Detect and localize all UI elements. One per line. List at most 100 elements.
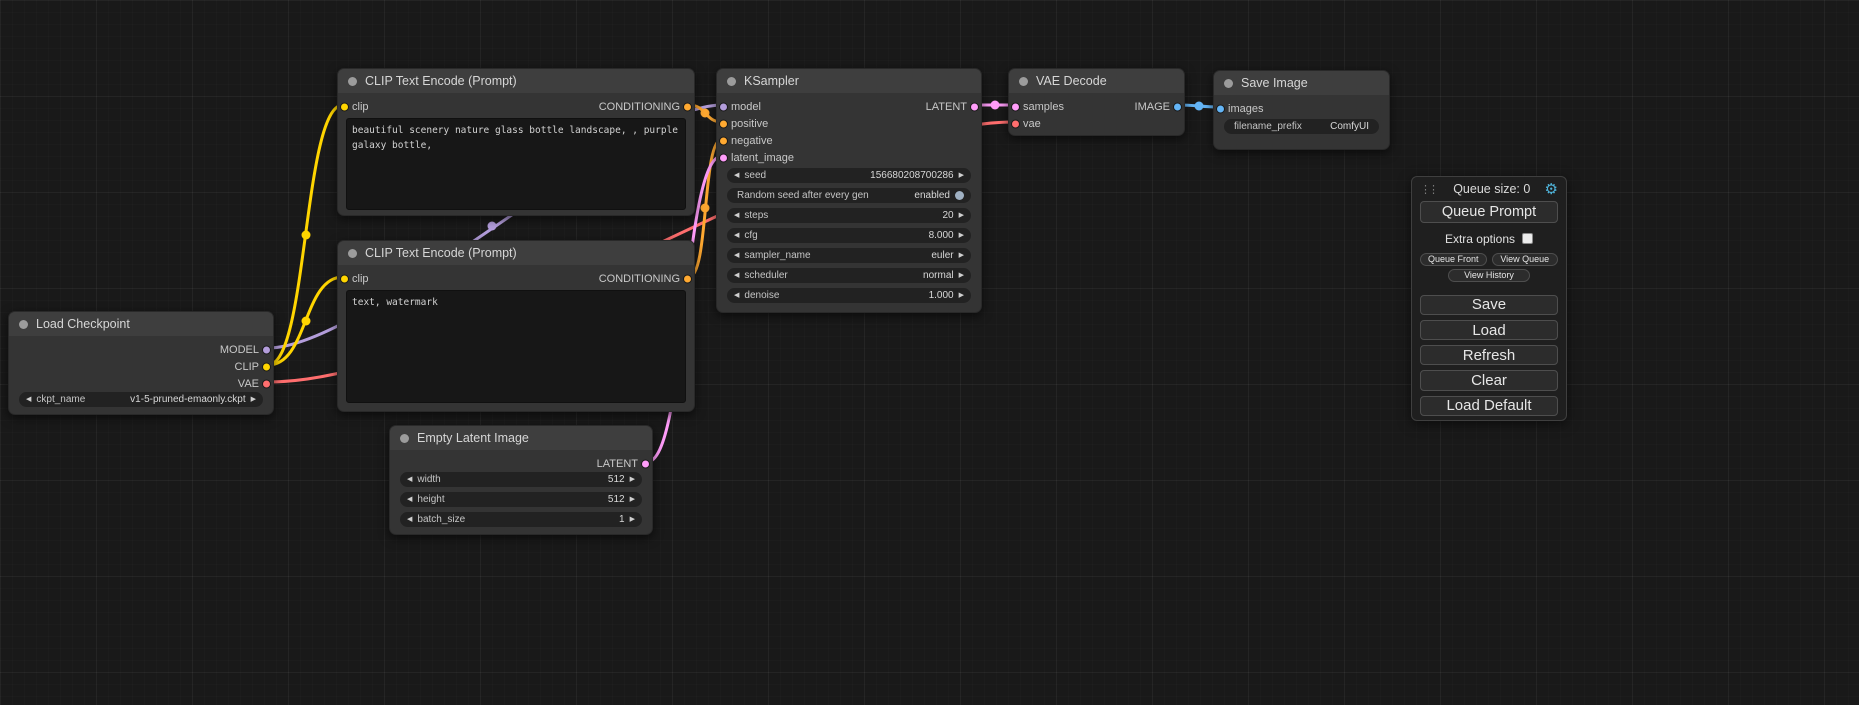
input-port-samples[interactable] [1011,102,1020,111]
increment-arrow-icon[interactable]: ▶ [630,476,635,483]
decrement-arrow-icon[interactable]: ◀ [734,292,739,299]
output-port-image[interactable] [1173,102,1182,111]
extra-options-checkbox[interactable] [1522,233,1533,244]
widget-cfg[interactable]: ◀ cfg 8.000 ▶ [727,228,971,243]
link-midpoint-dot [488,222,497,231]
widget-random-seed-toggle[interactable]: Random seed after every gen enabled [727,188,971,203]
load-button[interactable]: Load [1420,320,1558,340]
widget-value: 1 [619,514,625,525]
widget-label: steps [744,210,768,221]
widget-batch-size[interactable]: ◀ batch_size 1 ▶ [400,512,642,527]
widget-height[interactable]: ◀ height 512 ▶ [400,492,642,507]
node-save-image[interactable]: Save Image images filename_prefix ComfyU… [1213,70,1390,150]
node-vae-decode[interactable]: VAE Decode samples IMAGE vae [1008,68,1185,136]
increment-arrow-icon[interactable]: ▶ [251,396,256,403]
output-port-latent[interactable] [641,459,650,468]
widget-value: 156680208700286 [870,170,953,181]
node-ksampler[interactable]: KSampler model LATENT positive negative … [716,68,982,313]
widget-label: Random seed after every gen [737,190,869,201]
queue-front-button[interactable]: Queue Front [1420,253,1487,266]
node-titlebar[interactable]: CLIP Text Encode (Prompt) [338,241,694,265]
decrement-arrow-icon[interactable]: ◀ [734,172,739,179]
node-title: Save Image [1241,76,1308,90]
node-titlebar[interactable]: VAE Decode [1009,69,1184,93]
increment-arrow-icon[interactable]: ▶ [959,172,964,179]
view-history-button[interactable]: View History [1448,269,1530,282]
increment-arrow-icon[interactable]: ▶ [959,212,964,219]
node-load-checkpoint[interactable]: Load Checkpoint MODEL CLIP VAE ◀ ckpt_na… [8,311,274,415]
output-port-conditioning[interactable] [683,274,692,283]
output-port-clip[interactable] [262,362,271,371]
view-queue-button[interactable]: View Queue [1492,253,1559,266]
refresh-button[interactable]: Refresh [1420,345,1558,365]
widget-width[interactable]: ◀ width 512 ▶ [400,472,642,487]
queue-prompt-button[interactable]: Queue Prompt [1420,201,1558,222]
node-title: CLIP Text Encode (Prompt) [365,74,517,88]
increment-arrow-icon[interactable]: ▶ [959,272,964,279]
decrement-arrow-icon[interactable]: ◀ [734,252,739,259]
widget-ckpt-name[interactable]: ◀ ckpt_name v1-5-pruned-emaonly.ckpt ▶ [19,392,263,407]
node-titlebar[interactable]: CLIP Text Encode (Prompt) [338,69,694,93]
settings-gear-icon[interactable]: ⚙ [1545,182,1558,197]
node-titlebar[interactable]: Load Checkpoint [9,312,273,336]
node-empty-latent-image[interactable]: Empty Latent Image LATENT ◀ width 512 ▶ … [389,425,653,535]
node-collapse-dot[interactable] [400,434,409,443]
output-port-conditioning[interactable] [683,102,692,111]
save-button[interactable]: Save [1420,295,1558,315]
widget-scheduler[interactable]: ◀ scheduler normal ▶ [727,268,971,283]
node-titlebar[interactable]: Empty Latent Image [390,426,652,450]
input-port-images[interactable] [1216,104,1225,113]
output-port-latent[interactable] [970,102,979,111]
decrement-arrow-icon[interactable]: ◀ [26,396,31,403]
toggle-indicator[interactable] [955,191,964,200]
drag-handle-icon[interactable]: ⋮⋮ [1420,183,1439,196]
widget-sampler-name[interactable]: ◀ sampler_name euler ▶ [727,248,971,263]
decrement-arrow-icon[interactable]: ◀ [407,476,412,483]
widget-steps[interactable]: ◀ steps 20 ▶ [727,208,971,223]
port-label: clip [352,101,369,113]
node-title: Load Checkpoint [36,317,130,331]
positive-prompt-textarea[interactable]: beautiful scenery nature glass bottle la… [346,118,686,210]
negative-prompt-textarea[interactable]: text, watermark [346,290,686,403]
decrement-arrow-icon[interactable]: ◀ [407,496,412,503]
node-collapse-dot[interactable] [1019,77,1028,86]
input-port-clip[interactable] [340,274,349,283]
node-collapse-dot[interactable] [348,249,357,258]
widget-filename-prefix[interactable]: filename_prefix ComfyUI [1224,119,1379,134]
increment-arrow-icon[interactable]: ▶ [959,292,964,299]
input-port-clip[interactable] [340,102,349,111]
menu-header: ⋮⋮ Queue size: 0 ⚙ [1420,181,1558,197]
node-titlebar[interactable]: KSampler [717,69,981,93]
widget-label: cfg [744,230,757,241]
output-port-model[interactable] [262,345,271,354]
widget-denoise[interactable]: ◀ denoise 1.000 ▶ [727,288,971,303]
node-titlebar[interactable]: Save Image [1214,71,1389,95]
node-collapse-dot[interactable] [727,77,736,86]
node-clip-text-encode-negative[interactable]: CLIP Text Encode (Prompt) clip CONDITION… [337,240,695,412]
increment-arrow-icon[interactable]: ▶ [630,516,635,523]
load-default-button[interactable]: Load Default [1420,396,1558,416]
input-port-positive[interactable] [719,119,728,128]
output-port-vae[interactable] [262,379,271,388]
widget-value: normal [923,270,954,281]
decrement-arrow-icon[interactable]: ◀ [734,232,739,239]
input-port-latent-image[interactable] [719,153,728,162]
increment-arrow-icon[interactable]: ▶ [959,232,964,239]
increment-arrow-icon[interactable]: ▶ [959,252,964,259]
widget-seed[interactable]: ◀ seed 156680208700286 ▶ [727,168,971,183]
node-clip-text-encode-positive[interactable]: CLIP Text Encode (Prompt) clip CONDITION… [337,68,695,216]
input-port-negative[interactable] [719,136,728,145]
node-collapse-dot[interactable] [1224,79,1233,88]
queue-buttons-row: Queue Front View Queue [1420,253,1558,266]
increment-arrow-icon[interactable]: ▶ [630,496,635,503]
decrement-arrow-icon[interactable]: ◀ [734,272,739,279]
port-label: latent_image [731,152,794,164]
clear-button[interactable]: Clear [1420,370,1558,390]
node-collapse-dot[interactable] [19,320,28,329]
node-collapse-dot[interactable] [348,77,357,86]
link-midpoint-dot [991,101,1000,110]
input-port-model[interactable] [719,102,728,111]
input-port-vae[interactable] [1011,119,1020,128]
decrement-arrow-icon[interactable]: ◀ [734,212,739,219]
decrement-arrow-icon[interactable]: ◀ [407,516,412,523]
